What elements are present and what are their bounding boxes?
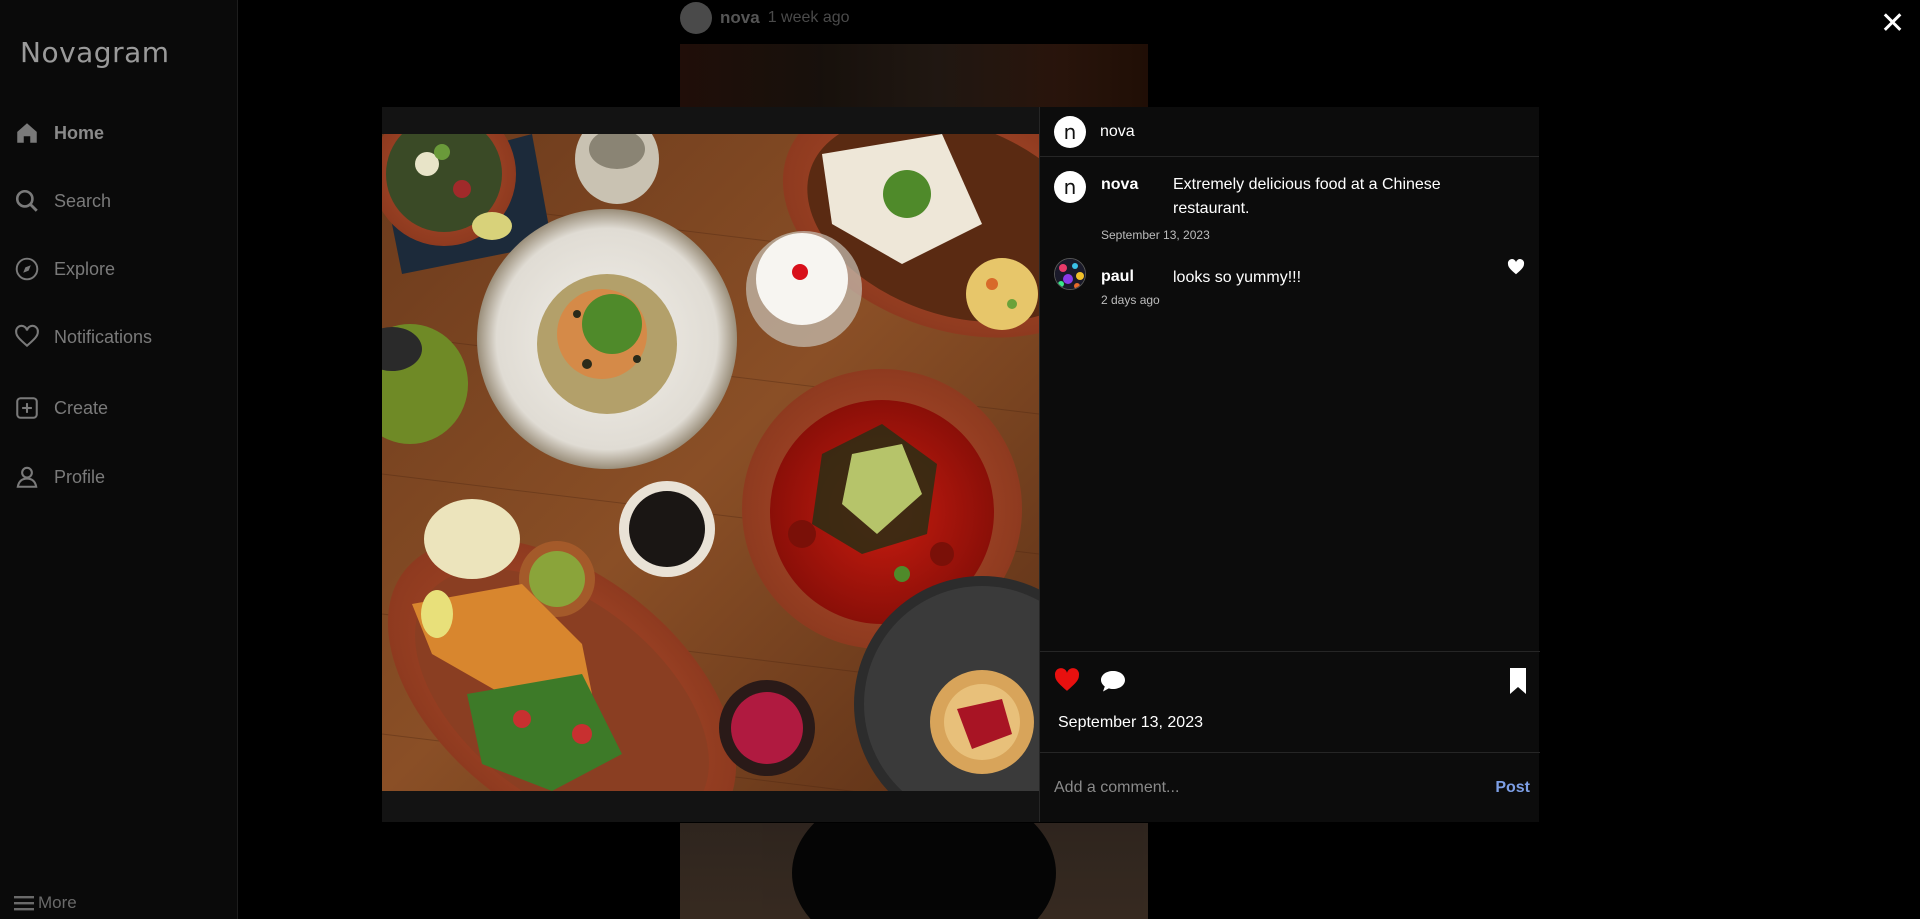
feed-post-image bbox=[680, 44, 1148, 108]
comment-username[interactable]: nova bbox=[1101, 176, 1138, 194]
avatar[interactable]: n bbox=[1054, 115, 1086, 148]
sidebar-item-search[interactable]: Search bbox=[14, 188, 111, 214]
compass-icon bbox=[15, 257, 39, 281]
more-label: More bbox=[38, 893, 77, 912]
plus-square-icon bbox=[16, 397, 38, 419]
heart-icon bbox=[15, 324, 39, 348]
image-pane bbox=[382, 107, 1039, 822]
post-date: September 13, 2023 bbox=[1058, 714, 1203, 731]
comment-input[interactable] bbox=[1054, 778, 1496, 797]
comment-text: Extremely delicious food at a Chinese re… bbox=[1173, 176, 1441, 217]
comment-item: paul looks so yummy!!! 2 days ago bbox=[1054, 258, 1301, 307]
add-comment-bar: Post bbox=[1040, 752, 1540, 822]
sidebar-item-home[interactable]: Home bbox=[14, 120, 104, 146]
feed-username: nova bbox=[720, 8, 760, 27]
speech-bubble-icon bbox=[1101, 671, 1125, 692]
avatar bbox=[680, 2, 712, 34]
app-logo[interactable]: Novagram bbox=[20, 36, 170, 69]
author-username[interactable]: nova bbox=[1100, 123, 1135, 141]
post-actions: September 13, 2023 bbox=[1040, 651, 1540, 751]
sidebar-item-label: Create bbox=[54, 397, 109, 418]
post-details: n nova n nova Extremely delicious food a… bbox=[1039, 107, 1540, 822]
hamburger-icon bbox=[14, 896, 34, 911]
avatar[interactable]: n bbox=[1054, 171, 1086, 203]
sidebar-item-label: Explore bbox=[54, 258, 116, 279]
close-icon[interactable]: ✕ bbox=[1880, 6, 1905, 41]
heart-filled-icon bbox=[1054, 668, 1080, 691]
comment-like-button[interactable] bbox=[1507, 259, 1525, 280]
user-icon bbox=[16, 466, 38, 488]
sidebar: Novagram Home Search Explore Notificatio… bbox=[0, 0, 238, 919]
feed-timestamp: 1 week ago bbox=[767, 9, 850, 26]
post-author-header: n nova bbox=[1040, 107, 1539, 157]
sidebar-item-create[interactable]: Create bbox=[14, 395, 108, 421]
avatar[interactable] bbox=[1054, 258, 1086, 290]
post-comment-button[interactable]: Post bbox=[1495, 779, 1530, 797]
sidebar-item-label: Profile bbox=[54, 466, 106, 487]
sidebar-item-label: Home bbox=[54, 122, 105, 143]
comment-date: September 13, 2023 bbox=[1101, 228, 1210, 242]
sidebar-item-label: Search bbox=[54, 190, 112, 211]
sidebar-item-notifications[interactable]: Notifications bbox=[14, 324, 152, 350]
feed-post-header: nova 1 week ago bbox=[680, 2, 850, 34]
like-button[interactable] bbox=[1054, 668, 1080, 697]
more-menu-button[interactable]: More bbox=[14, 893, 77, 913]
post-modal: n nova n nova Extremely delicious food a… bbox=[382, 107, 1540, 822]
search-icon bbox=[15, 189, 38, 212]
home-icon bbox=[17, 123, 37, 143]
sidebar-item-explore[interactable]: Explore bbox=[14, 256, 115, 282]
save-button[interactable] bbox=[1508, 667, 1528, 700]
comment-date: 2 days ago bbox=[1101, 293, 1160, 307]
heart-filled-icon bbox=[1507, 259, 1525, 275]
sidebar-item-profile[interactable]: Profile bbox=[14, 464, 105, 490]
post-photo bbox=[382, 134, 1039, 791]
bookmark-filled-icon bbox=[1510, 668, 1526, 694]
feed-next-post-image bbox=[680, 823, 1148, 919]
comment-text: looks so yummy!!! bbox=[1173, 269, 1302, 286]
comment-username[interactable]: paul bbox=[1101, 268, 1134, 286]
comment-button[interactable] bbox=[1100, 669, 1126, 698]
caption-comment: n nova Extremely delicious food at a Chi… bbox=[1054, 171, 1441, 242]
sidebar-item-label: Notifications bbox=[54, 326, 153, 347]
